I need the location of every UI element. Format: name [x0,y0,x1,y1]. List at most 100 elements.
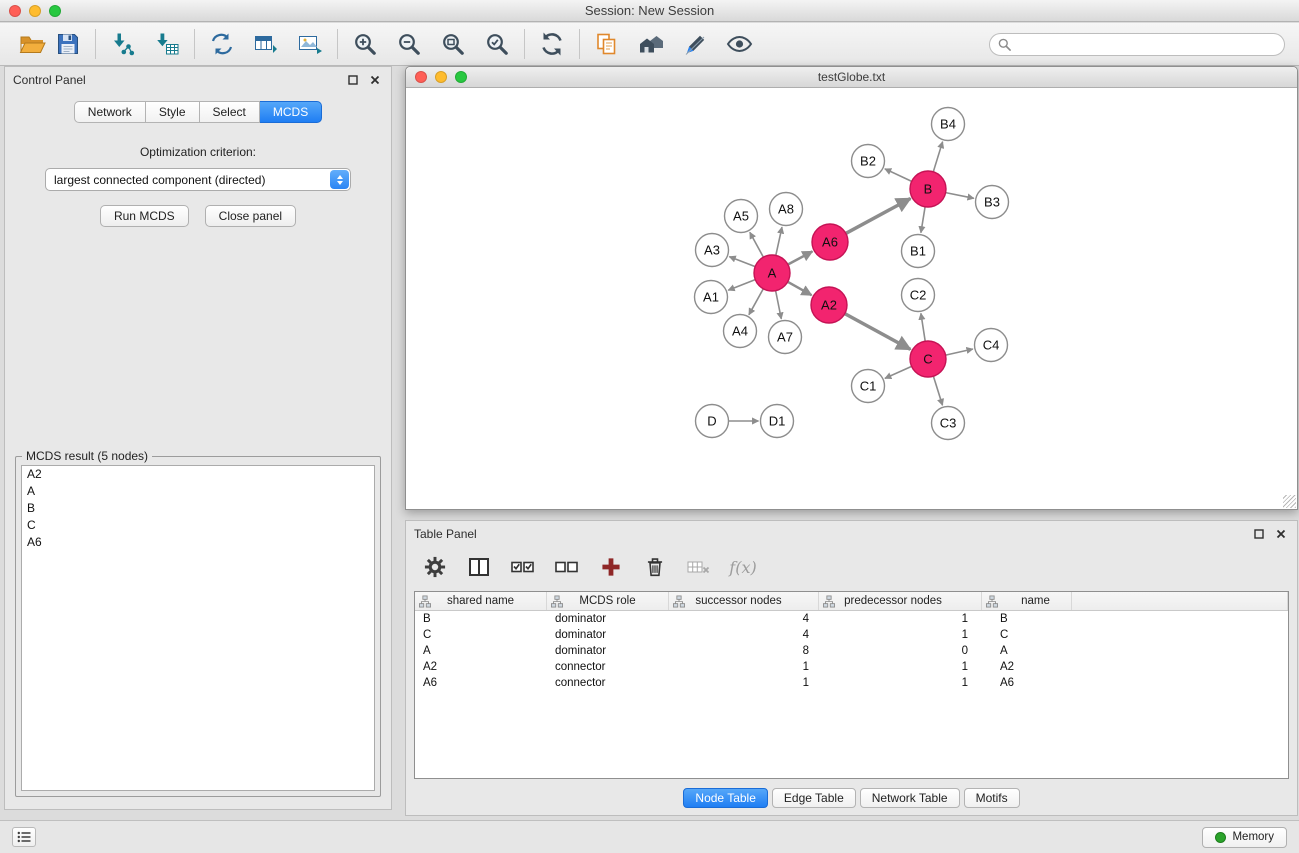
graph-node-B4[interactable]: B4 [932,108,965,141]
zoom-out-button[interactable] [391,27,427,61]
graph-node-C4[interactable]: C4 [975,329,1008,362]
column-header-name[interactable]: name [982,592,1072,610]
deselect-all-button[interactable] [552,553,582,581]
graph-node-A3[interactable]: A3 [696,234,729,267]
table-row[interactable]: Adominator80A [415,643,1288,659]
float-panel-button[interactable] [345,72,361,88]
show-columns-button[interactable] [464,553,494,581]
tab-node-table[interactable]: Node Table [683,788,768,808]
graph-node-C2[interactable]: C2 [902,279,935,312]
table-row[interactable]: A2connector11A2 [415,659,1288,675]
graph-edge-B-B3[interactable] [946,193,974,199]
result-list-item[interactable]: A6 [22,534,374,551]
graph-node-A6[interactable]: A6 [812,224,848,260]
graph-node-A[interactable]: A [754,255,790,291]
graph-node-B[interactable]: B [910,171,946,207]
result-list-item[interactable]: A [22,483,374,500]
graph-edge-A-A5[interactable] [750,232,764,257]
close-table-panel-button[interactable] [1273,526,1289,542]
maximize-network-window-button[interactable] [455,71,467,83]
graph-edge-B-B4[interactable] [933,142,942,172]
home-button[interactable] [633,27,669,61]
graph-edge-A-A1[interactable] [728,280,755,291]
graph-node-A4[interactable]: A4 [724,315,757,348]
tab-motifs[interactable]: Motifs [964,788,1020,808]
table-row[interactable]: Cdominator41C [415,627,1288,643]
close-window-button[interactable] [9,5,21,17]
result-list-item[interactable]: C [22,517,374,534]
graph-edge-C-C2[interactable] [921,313,925,341]
close-panel-action-button[interactable]: Close panel [205,205,296,227]
import-table-file-button[interactable] [149,27,185,61]
column-header-mcds-role[interactable]: MCDS role [547,592,669,610]
tab-network[interactable]: Network [74,101,146,123]
graph-edge-B-B2[interactable] [885,169,912,182]
graph-edge-A-A2[interactable] [788,282,812,295]
graph-node-A5[interactable]: A5 [725,200,758,233]
add-column-button[interactable] [596,553,626,581]
graph-edge-C-C1[interactable] [885,366,912,378]
tab-edge-table[interactable]: Edge Table [772,788,856,808]
graph-node-B3[interactable]: B3 [976,186,1009,219]
table-row[interactable]: A6connector11A6 [415,675,1288,691]
tab-mcds[interactable]: MCDS [260,101,322,123]
graph-node-D[interactable]: D [696,405,729,438]
resize-grip[interactable] [1283,495,1296,508]
tab-select[interactable]: Select [200,101,260,123]
graph-node-B1[interactable]: B1 [902,235,935,268]
graph-node-D1[interactable]: D1 [761,405,794,438]
graph-node-B2[interactable]: B2 [852,145,885,178]
select-all-button[interactable] [508,553,538,581]
task-history-button[interactable] [12,827,36,847]
delete-column-button[interactable] [684,553,714,581]
graph-node-A7[interactable]: A7 [769,321,802,354]
network-canvas[interactable]: B4 B2 B B3 A5 A8 A6 B1 A3 A C2 A1 A2 A4 A7 C4 C C1 C3 D D1 [406,89,1297,509]
zoom-fit-button[interactable] [435,27,471,61]
graph-node-A2[interactable]: A2 [811,287,847,323]
criterion-select[interactable]: largest connected component (directed) [45,168,351,191]
zoom-selected-button[interactable] [479,27,515,61]
import-network-file-button[interactable] [105,27,141,61]
delete-table-button[interactable] [640,553,670,581]
column-header-shared-name[interactable]: shared name [415,592,547,610]
memory-button[interactable]: Memory [1202,827,1287,848]
search-box[interactable] [989,33,1285,56]
graph-edge-A-A7[interactable] [776,291,782,319]
refresh-layout-button[interactable] [534,27,570,61]
graph-node-C1[interactable]: C1 [852,370,885,403]
network-canvas-svg[interactable]: B4 B2 B B3 A5 A8 A6 B1 A3 A C2 A1 A2 A4 A7 C4 C C1 C3 D D1 [406,89,1297,509]
column-header-successor-nodes[interactable]: successor nodes [669,592,819,610]
close-panel-button[interactable] [367,72,383,88]
graph-node-A1[interactable]: A1 [695,281,728,314]
result-list-item[interactable]: B [22,500,374,517]
open-folder-button[interactable] [14,27,50,61]
graph-edge-A6-B[interactable] [846,199,911,234]
clone-network-button[interactable] [204,27,240,61]
network-window-titlebar[interactable]: testGlobe.txt [406,67,1297,88]
mcds-result-list[interactable]: A2ABCA6 [21,465,375,791]
copy-button[interactable] [589,27,625,61]
graph-edge-C-C3[interactable] [933,376,942,405]
close-network-window-button[interactable] [415,71,427,83]
float-table-panel-button[interactable] [1251,526,1267,542]
graph-node-C3[interactable]: C3 [932,407,965,440]
minimize-window-button[interactable] [29,5,41,17]
graph-edge-A2-C[interactable] [845,314,911,350]
column-header-predecessor-nodes[interactable]: predecessor nodes [819,592,982,610]
graph-node-A8[interactable]: A8 [770,193,803,226]
export-image-button[interactable] [292,27,328,61]
show-hide-graphics-button[interactable] [721,27,757,61]
graph-edge-A-A3[interactable] [729,257,755,267]
maximize-window-button[interactable] [49,5,61,17]
graph-edge-A-A6[interactable] [788,251,813,264]
graph-edge-A-A8[interactable] [776,227,782,255]
graph-node-C[interactable]: C [910,341,946,377]
annotate-button[interactable] [677,27,713,61]
graph-edge-A-A4[interactable] [749,289,763,315]
result-list-item[interactable]: A2 [22,466,374,483]
tab-network-table[interactable]: Network Table [860,788,960,808]
function-builder-button[interactable]: f(x) [728,553,758,581]
table-settings-button[interactable] [420,553,450,581]
graph-edge-C-C4[interactable] [946,349,973,355]
edit-table-button[interactable] [248,27,284,61]
